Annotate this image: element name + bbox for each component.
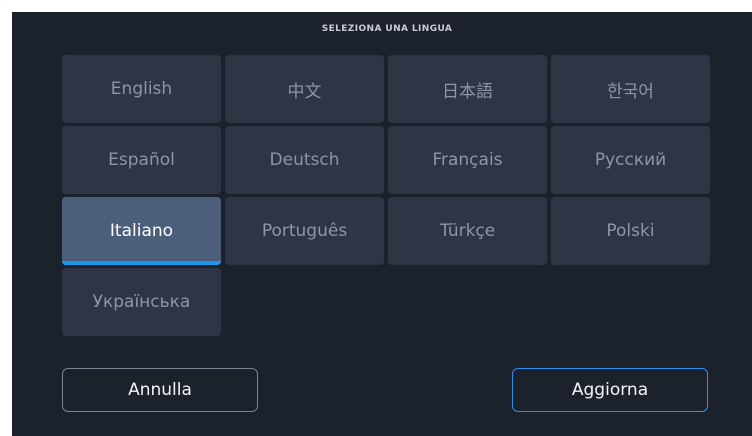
language-label: Português (261, 221, 348, 241)
language-option-italian[interactable]: Italiano (62, 197, 221, 265)
language-label: 日本語 (442, 81, 493, 102)
language-label: Türkçe (439, 221, 496, 241)
language-option-german[interactable]: Deutsch (225, 126, 384, 194)
update-button-label: Aggiorna (571, 380, 649, 400)
language-option-polish[interactable]: Polski (551, 197, 710, 265)
language-option-spanish[interactable]: Español (62, 126, 221, 194)
language-label: 한국어 (607, 81, 654, 102)
language-option-ukrainian[interactable]: Українська (62, 268, 221, 336)
language-label: English (110, 79, 173, 99)
language-option-french[interactable]: Français (388, 126, 547, 194)
language-option-portuguese[interactable]: Português (225, 197, 384, 265)
language-label: Deutsch (269, 150, 340, 170)
language-label: Italiano (109, 221, 174, 241)
cancel-button[interactable]: Annulla (62, 368, 258, 412)
language-option-japanese[interactable]: 日本語 (388, 55, 547, 123)
language-label: 中文 (287, 81, 322, 102)
language-label: Русский (594, 150, 667, 170)
language-option-turkish[interactable]: Türkçe (388, 197, 547, 265)
dialog-title: SELEZIONA UNA LINGUA (321, 24, 453, 34)
language-option-chinese[interactable]: 中文 (225, 55, 384, 123)
language-label: Español (108, 150, 175, 170)
language-option-russian[interactable]: Русский (551, 126, 710, 194)
language-label: Українська (92, 292, 191, 312)
language-option-english[interactable]: English (62, 55, 221, 123)
selection-indicator (62, 261, 221, 265)
language-label: Français (432, 150, 503, 170)
language-label: Polski (606, 221, 655, 241)
language-grid: English 中文 日本語 한국어 Español Deutsch Franç… (62, 55, 711, 336)
update-button[interactable]: Aggiorna (512, 368, 708, 412)
cancel-button-label: Annulla (128, 380, 192, 400)
language-option-korean[interactable]: 한국어 (551, 55, 710, 123)
